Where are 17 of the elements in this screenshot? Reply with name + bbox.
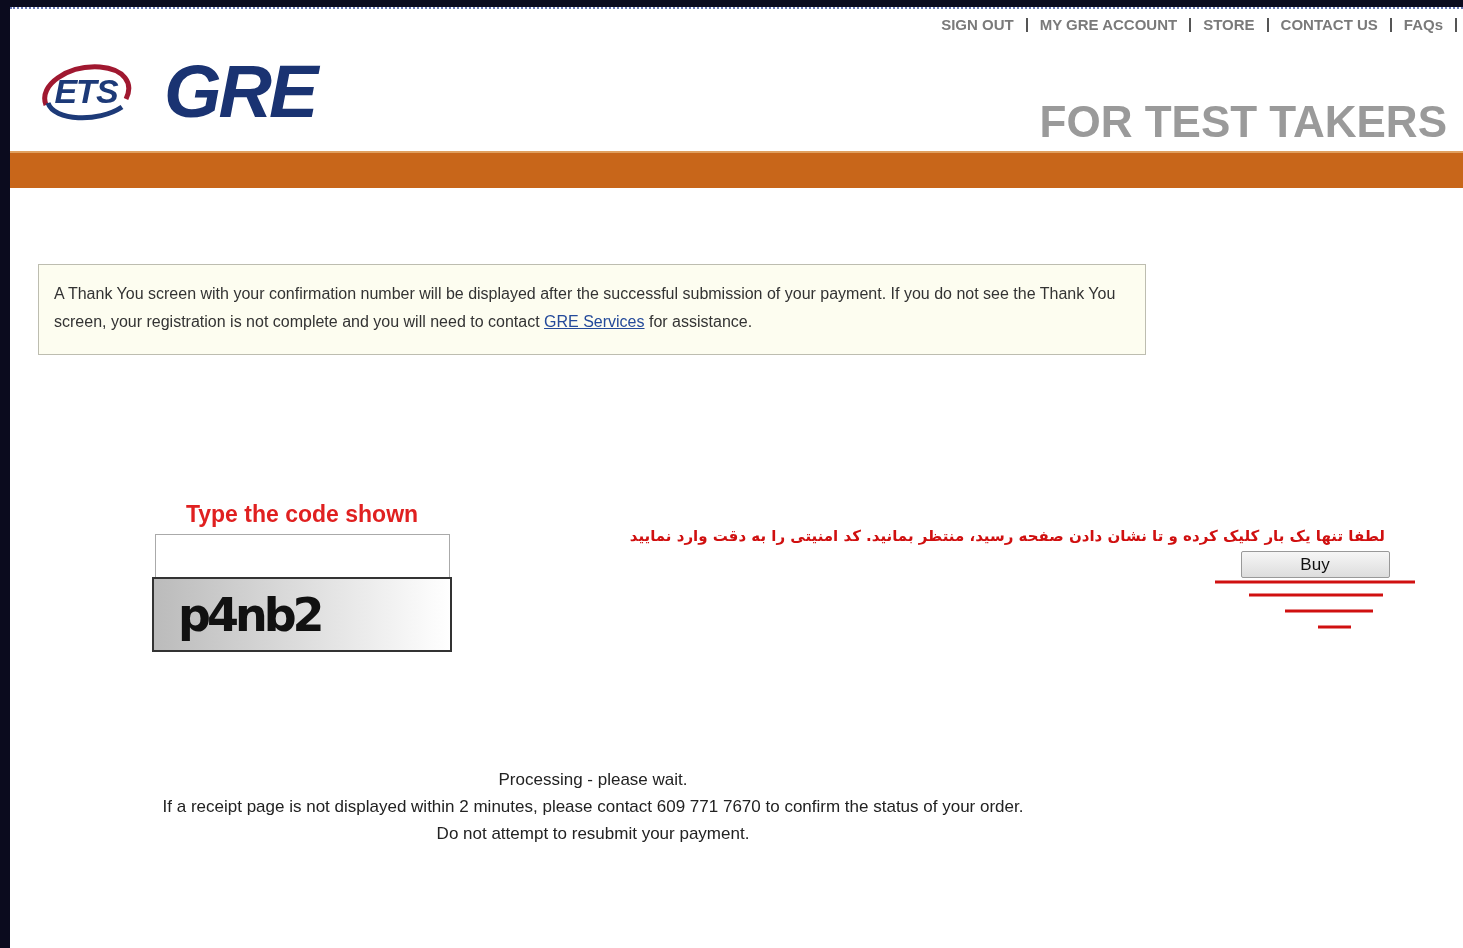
gre-services-link[interactable]: GRE Services: [544, 313, 645, 330]
processing-text: If a receipt page is not displayed within 2 minutes, please contact 609 771 7670 to confirm the status of your order.: [162, 797, 1024, 817]
nav-link[interactable]: SIGN OUT: [941, 16, 1014, 33]
captcha-label: Type the code shown: [185, 501, 419, 528]
nav-link[interactable]: FAQs: [1403, 16, 1443, 33]
notice-text: A Thank You screen with your confirmation number will be displayed after the successful submission of your payment. If you do not see the Thank You screen, your registration is not complete and you will need to contact GRE Services for assistance.: [38, 264, 1146, 355]
captcha-image: p4nb2: [152, 577, 452, 652]
nav-link[interactable]: MY GRE ACCOUNT: [1039, 16, 1178, 33]
nav-link[interactable]: CONTACT US: [1280, 16, 1378, 33]
page-heading: FOR TEST TAKERS: [1039, 97, 1447, 147]
buy-button[interactable]: Buy: [1240, 551, 1390, 578]
nav-link[interactable]: STORE: [1203, 16, 1255, 33]
warning-text: لطفا تنها یک بار کلیک کرده و تا نشان دادن صفحه رسید، منتظر بمانید. کد امنیتی را به دقت وارد نمایید: [629, 527, 1385, 545]
ets-logo-text: ETS: [54, 72, 118, 111]
captcha-input[interactable]: [154, 534, 450, 577]
processing-text: Processing - please wait.: [498, 770, 688, 790]
processing-text: Do not attempt to resubmit your payment.: [436, 824, 750, 844]
